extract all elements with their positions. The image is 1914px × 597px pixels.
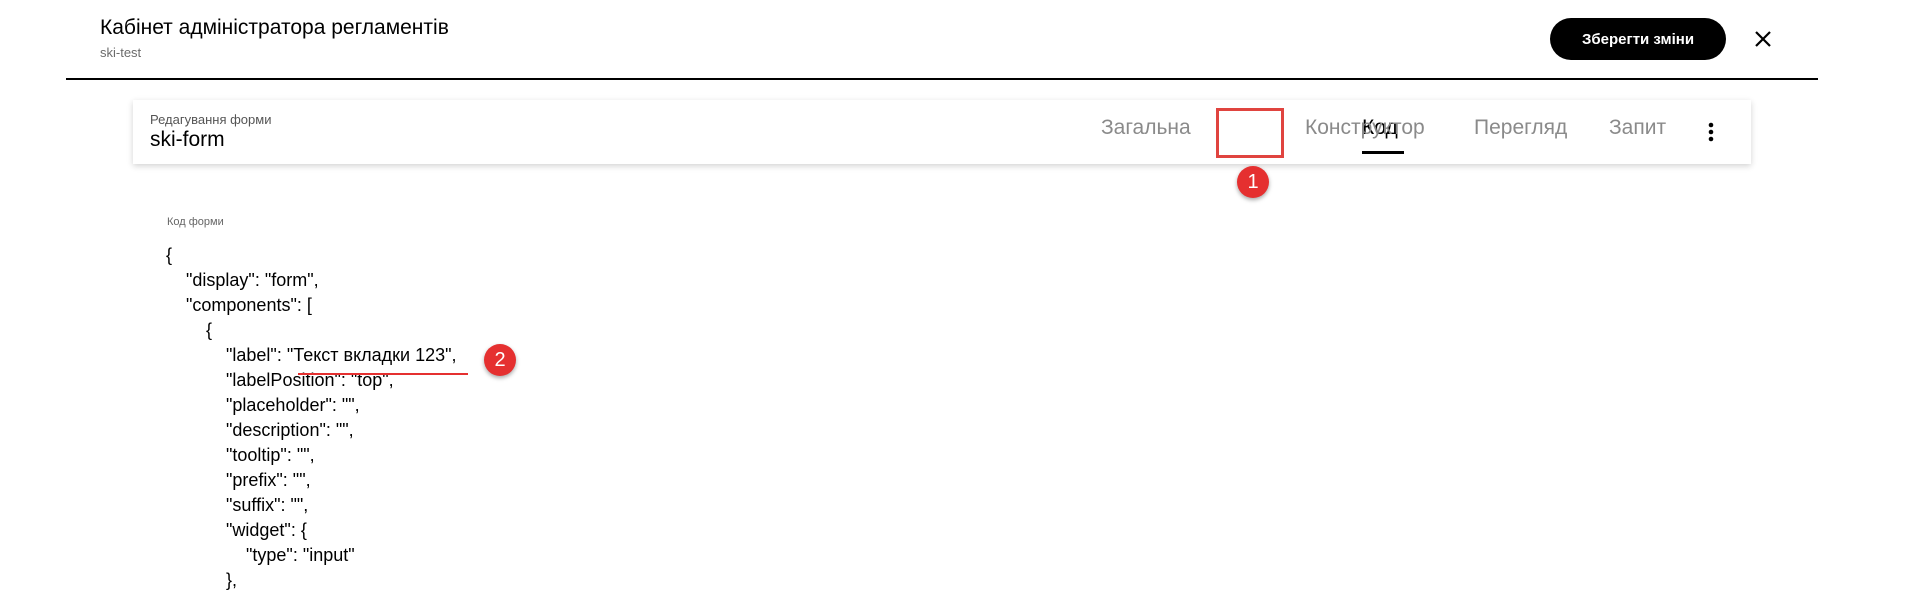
code-line: "label": "Текст вкладки 123",	[166, 345, 457, 365]
save-changes-button[interactable]: Зберегти зміни	[1550, 18, 1726, 60]
code-line: "placeholder": "",	[166, 395, 360, 415]
app-subtitle: ski-test	[100, 45, 142, 60]
code-line: "type": "input"	[166, 545, 355, 565]
code-line: {	[166, 320, 213, 340]
form-edit-card: Редагування форми ski-form Загальна Код …	[133, 100, 1751, 164]
tab-constructor[interactable]: Конструктор	[1305, 116, 1425, 140]
app-title: Кабінет адміністратора регламентів	[100, 16, 449, 39]
tab-general[interactable]: Загальна	[1101, 116, 1191, 140]
card-caption: Редагування форми	[150, 112, 272, 127]
code-line: "labelPosition": "top",	[166, 370, 394, 390]
header-divider	[66, 78, 1818, 80]
label-value-underline	[298, 373, 468, 375]
code-line: "tooltip": "",	[166, 445, 315, 465]
close-icon[interactable]	[1752, 28, 1774, 50]
step-marker-2: 2	[484, 344, 516, 376]
active-tab-indicator	[1362, 151, 1404, 154]
page: Кабінет адміністратора регламентів ski-t…	[0, 0, 1914, 597]
code-label: Код форми	[167, 216, 224, 228]
code-line: "components": [	[166, 295, 312, 315]
tab-code-highlight	[1216, 108, 1284, 158]
form-title: ski-form	[150, 128, 225, 151]
code-line: "suffix": "",	[166, 495, 309, 515]
tab-preview[interactable]: Перегляд	[1474, 116, 1567, 140]
code-line: "widget": {	[166, 520, 307, 540]
code-line: "description": "",	[166, 420, 354, 440]
code-line: },	[166, 570, 238, 590]
step-marker-1: 1	[1237, 166, 1269, 198]
code-editor[interactable]: { "display": "form", "components": [ { "…	[166, 243, 457, 593]
tab-request[interactable]: Запит	[1609, 116, 1666, 140]
more-vertical-icon[interactable]	[1706, 120, 1716, 144]
code-line: "prefix": "",	[166, 470, 311, 490]
code-line: {	[166, 245, 173, 265]
code-line: "display": "form",	[166, 270, 319, 290]
